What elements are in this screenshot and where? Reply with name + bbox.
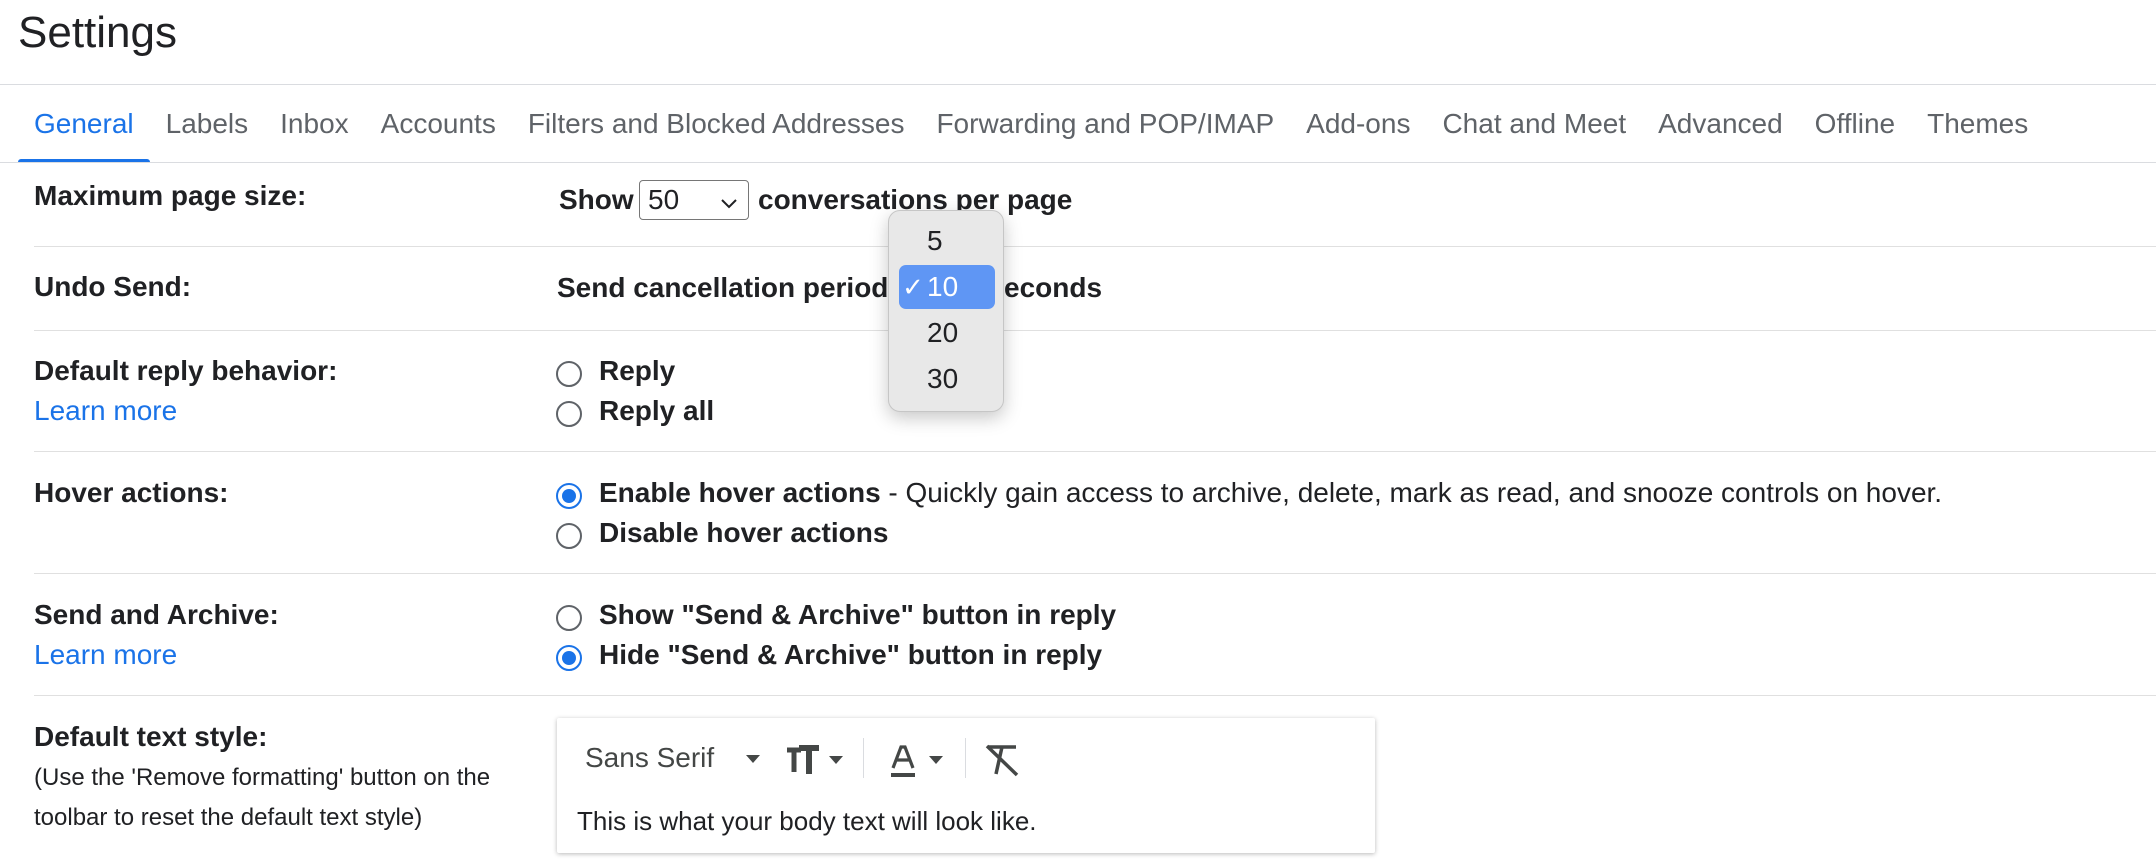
- page-size-select[interactable]: 50: [639, 180, 749, 220]
- page-title: Settings: [18, 8, 177, 57]
- chevron-down-icon: [718, 189, 740, 221]
- enable-hover-option: Enable hover actions - Quickly gain acce…: [599, 477, 1942, 509]
- remove-formatting-icon[interactable]: [983, 742, 1021, 783]
- undo-option-10[interactable]: ✓ 10: [899, 265, 995, 309]
- undo-option-5-label: 5: [927, 225, 943, 256]
- reply-all-radio[interactable]: [556, 401, 582, 427]
- row-divider: [34, 451, 2156, 452]
- undo-option-30[interactable]: 30: [899, 357, 995, 401]
- font-family-dropdown-icon[interactable]: [743, 752, 763, 771]
- reply-option-label: Reply: [599, 355, 676, 386]
- undo-option-30-label: 30: [927, 363, 959, 394]
- font-family-select[interactable]: Sans Serif: [585, 742, 714, 774]
- text-style-toolbar: Sans Serif: [557, 718, 1375, 802]
- toolbar-separator: [965, 738, 966, 778]
- undo-send-label: Undo Send:: [34, 271, 192, 302]
- max-page-size-prefix: Show: [559, 184, 634, 215]
- settings-page: Settings General Labels Inbox Accounts F…: [0, 0, 2156, 868]
- text-style-preview: This is what your body text will look li…: [577, 806, 1037, 836]
- font-size-icon[interactable]: [785, 744, 847, 783]
- default-reply-label: Default reply behavior:: [34, 355, 338, 386]
- settings-tabs: General Labels Inbox Accounts Filters an…: [0, 85, 2156, 163]
- row-divider: [34, 246, 2156, 247]
- undo-send-dropdown-menu: 5 ✓ 10 20 30: [888, 210, 1004, 412]
- enable-hover-label: Enable hover actions: [599, 477, 881, 508]
- send-archive-learn-more-link[interactable]: Learn more: [34, 639, 177, 671]
- show-send-archive-radio[interactable]: [556, 605, 582, 631]
- enable-hover-description: - Quickly gain access to archive, delete…: [880, 477, 1943, 508]
- hide-send-archive-label: Hide "Send & Archive" button in reply: [599, 639, 1103, 670]
- text-color-icon[interactable]: [889, 744, 949, 785]
- default-reply-learn-more-link[interactable]: Learn more: [34, 395, 177, 427]
- tab-chat-meet[interactable]: Chat and Meet: [1426, 85, 1642, 163]
- checkmark-icon: ✓: [902, 271, 924, 302]
- disable-hover-radio[interactable]: [556, 523, 582, 549]
- undo-send-suffix: econds: [1004, 272, 1103, 303]
- enable-hover-radio[interactable]: [556, 483, 582, 509]
- tab-themes[interactable]: Themes: [1911, 85, 2044, 163]
- send-archive-label: Send and Archive:: [34, 599, 279, 630]
- row-divider: [34, 695, 2156, 696]
- text-style-editor: Sans Serif This is what your body text w…: [557, 718, 1375, 853]
- tabs-divider: [0, 162, 2156, 163]
- tab-labels[interactable]: Labels: [150, 85, 265, 163]
- font-family-value: Sans Serif: [585, 742, 715, 773]
- hover-actions-label: Hover actions:: [34, 477, 229, 508]
- undo-option-5[interactable]: 5: [899, 219, 995, 263]
- undo-option-20-label: 20: [927, 317, 959, 348]
- hide-send-archive-radio[interactable]: [556, 645, 582, 671]
- reply-all-option-label: Reply all: [599, 395, 715, 426]
- tab-accounts[interactable]: Accounts: [365, 85, 512, 163]
- tab-addons[interactable]: Add-ons: [1290, 85, 1426, 163]
- toolbar-separator: [863, 738, 864, 778]
- row-divider: [34, 573, 2156, 574]
- reply-radio[interactable]: [556, 361, 582, 387]
- max-page-size-label: Maximum page size:: [34, 180, 307, 211]
- default-text-style-label: Default text style:: [34, 721, 268, 752]
- tab-inbox[interactable]: Inbox: [264, 85, 365, 163]
- default-text-style-note: (Use the 'Remove formatting' button on t…: [34, 764, 491, 831]
- undo-send-prefix: Send cancellation period: [557, 272, 889, 303]
- page-size-value: 50: [648, 184, 680, 215]
- tab-general[interactable]: General: [18, 85, 150, 163]
- undo-option-20[interactable]: 20: [899, 311, 995, 355]
- tab-offline[interactable]: Offline: [1799, 85, 1911, 163]
- undo-option-10-label: 10: [927, 271, 959, 302]
- disable-hover-label: Disable hover actions: [599, 517, 889, 548]
- tab-advanced[interactable]: Advanced: [1642, 85, 1799, 163]
- row-divider: [34, 330, 2156, 331]
- tab-filters[interactable]: Filters and Blocked Addresses: [512, 85, 921, 163]
- show-send-archive-label: Show "Send & Archive" button in reply: [599, 599, 1117, 630]
- tab-forwarding[interactable]: Forwarding and POP/IMAP: [920, 85, 1290, 163]
